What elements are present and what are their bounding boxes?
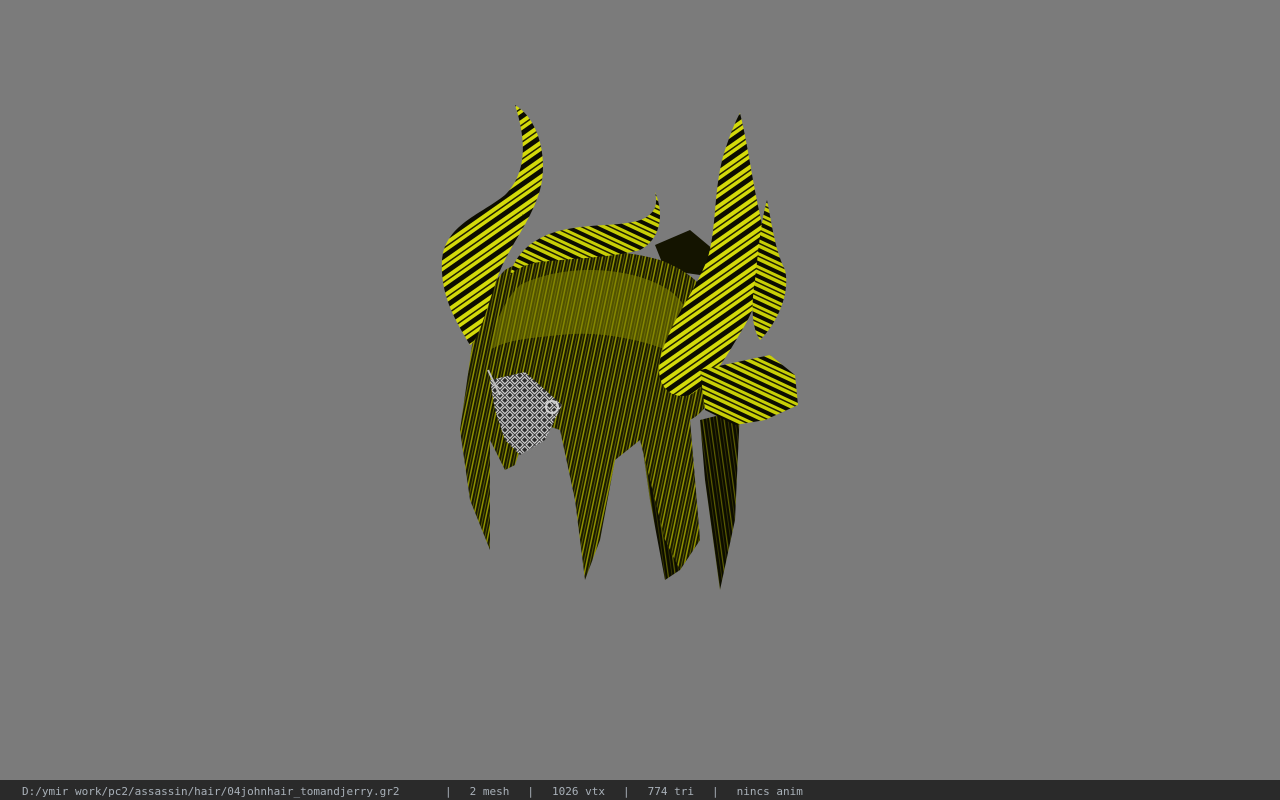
3d-viewport[interactable]: [0, 0, 1280, 780]
model-stats: | 2 mesh | 1026 vtx | 774 tri | nincs anim: [445, 780, 803, 800]
triangle-count: 774 tri: [647, 785, 694, 798]
separator: |: [711, 785, 719, 798]
hair-model-render[interactable]: [0, 0, 1280, 780]
separator: |: [445, 785, 452, 798]
separator: |: [622, 785, 630, 798]
animation-info: nincs anim: [736, 785, 803, 798]
separator: |: [527, 785, 534, 798]
mesh-count: 2 mesh: [469, 785, 510, 798]
vertex-count: 1026 vtx: [552, 785, 605, 798]
file-path: D:/ymir work/pc2/assassin/hair/04johnhai…: [22, 785, 400, 798]
status-bar: D:/ymir work/pc2/assassin/hair/04johnhai…: [0, 780, 1280, 800]
